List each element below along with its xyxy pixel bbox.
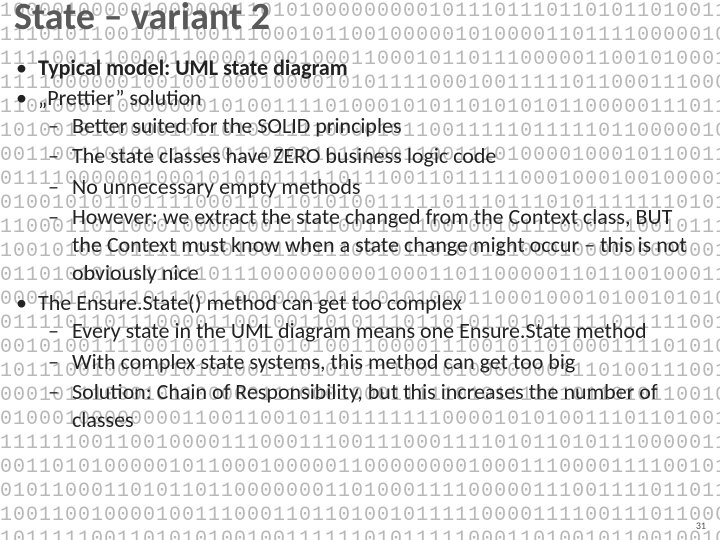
slide-title: State – variant 2 xyxy=(14,0,270,40)
bullet-level2: Every state in the UML diagram means one… xyxy=(38,317,702,345)
bullet-level2: No unnecessary empty methods xyxy=(38,173,702,201)
bullet-sublist: Better suited for the SOLID principlesTh… xyxy=(38,112,702,287)
bullet-level2: However: we extract the state changed fr… xyxy=(38,203,702,287)
bullet-level2: The state classes have ZERO business log… xyxy=(38,142,702,170)
bullet-level2: Solution: Chain of Responsibility, but t… xyxy=(38,378,702,434)
bullet-text: The Ensure.State() method can get too co… xyxy=(38,289,462,316)
bullet-level2: With complex state systems, this method … xyxy=(38,348,702,376)
bullet-list: Typical model: UML state diagram „Prettie… xyxy=(10,54,702,434)
bullet-text: Typical model: UML state diagram xyxy=(38,54,348,81)
bullet-sublist: Every state in the UML diagram means one… xyxy=(38,317,702,434)
bullet-text: „Prettier” solution xyxy=(38,84,202,111)
page-number: 31 xyxy=(696,519,706,532)
bullet-level1: The Ensure.State() method can get too co… xyxy=(10,289,702,434)
bullet-level2: Better suited for the SOLID principles xyxy=(38,112,702,140)
slide-body: Typical model: UML state diagram „Prettie… xyxy=(10,54,702,436)
slide-content: State – variant 2 Typical model: UML sta… xyxy=(0,0,720,540)
bullet-level1: „Prettier” solutionBetter suited for the… xyxy=(10,84,702,287)
bullet-level1: Typical model: UML state diagram xyxy=(10,54,702,82)
